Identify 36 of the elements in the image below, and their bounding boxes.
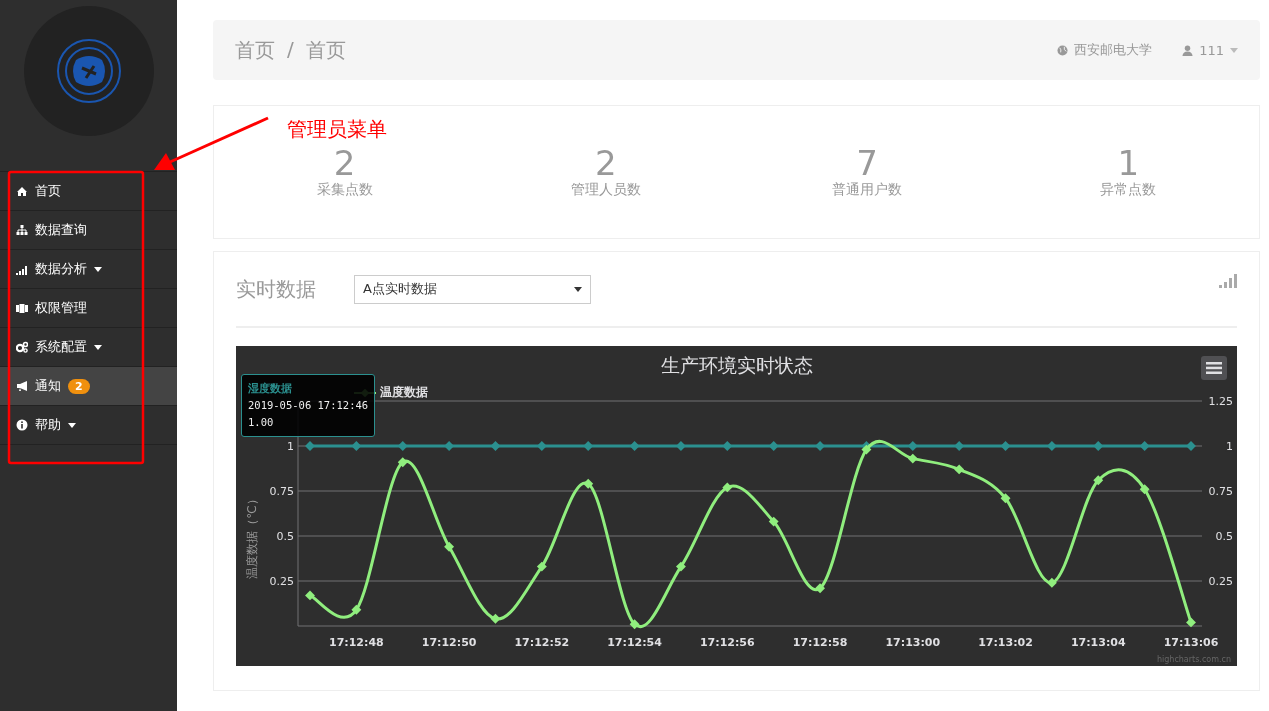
breadcrumb-current: 首页 (305, 36, 346, 64)
axis-tick-label: 17:12:48 (329, 636, 384, 649)
stat-label: 普通用户数 (832, 181, 903, 199)
panel-title: 实时数据 (236, 275, 317, 303)
organization-name: 西安邮电大学 (1074, 41, 1153, 59)
chart-tooltip: 湿度数据 2019-05-06 17:12:46 1.00 (241, 374, 376, 437)
stat-label: 采集点数 (316, 181, 373, 199)
axis-tick-label: 17:12:58 (792, 636, 848, 649)
stat-value: 2 (595, 145, 617, 181)
count-badge: 2 (68, 378, 90, 394)
annotation-label: 管理员菜单 (287, 116, 387, 143)
axis-tick-label: 17:13:04 (1070, 636, 1126, 649)
stat-label: 管理人员数 (570, 181, 641, 199)
axis-title: 温度数据（℃） (245, 493, 259, 579)
axis-tick-label: 17:12:52 (514, 636, 570, 649)
axis-tick-label: 0.5 (1215, 530, 1233, 543)
axis-tick-label: 17:12:54 (607, 636, 662, 649)
stat-value: 2 (333, 145, 356, 181)
breadcrumb-separator: / (287, 36, 294, 63)
axis-tick-label: 1 (1226, 440, 1233, 453)
axis-tick-label: 17:13:06 (1163, 636, 1219, 649)
stat-value: 1 (1117, 145, 1140, 181)
axis-tick-label: 1 (287, 440, 294, 453)
chart-title: 生产环境实时状态 (660, 354, 813, 376)
axis-tick-label: 17:13:00 (885, 636, 941, 649)
axis-tick-label: 0.75 (269, 485, 294, 498)
axis-tick-label: 17:13:02 (978, 636, 1033, 649)
stat-value: 7 (856, 145, 878, 181)
axis-tick-label: 0.25 (1208, 575, 1233, 588)
stat-label: 异常点数 (1100, 181, 1157, 199)
axis-tick-label: 17:12:50 (421, 636, 477, 649)
axis-tick-label: 0.25 (269, 575, 294, 588)
axis-tick-label: 0.5 (276, 530, 294, 543)
axis-tick-label: 1.25 (1208, 395, 1233, 408)
axis-tick-label: 17:12:56 (699, 636, 755, 649)
axis-tick-label: 0.75 (1208, 485, 1233, 498)
